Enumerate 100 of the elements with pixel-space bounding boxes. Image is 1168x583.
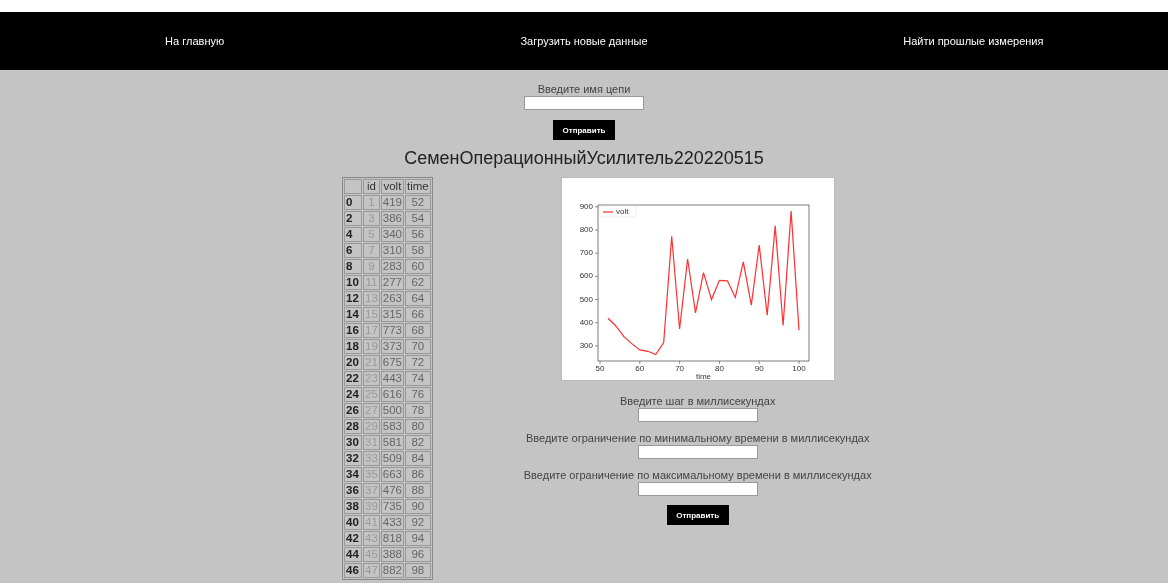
row-index: 26	[344, 403, 362, 418]
table-cell: 882	[380, 563, 404, 578]
table-cell: 443	[380, 371, 404, 386]
nav-link[interactable]: На главную	[165, 35, 225, 47]
submit-button[interactable]: Отправить	[553, 120, 615, 140]
row-index: 44	[344, 547, 362, 562]
row-index: 20	[344, 355, 362, 370]
table-cell: 675	[380, 355, 404, 370]
row-index: 42	[344, 531, 362, 546]
y-tick	[594, 322, 598, 324]
table-cell: 76	[405, 387, 431, 402]
tick-label: 90	[754, 364, 764, 373]
table-cell: 663	[380, 467, 404, 482]
row-index: 12	[344, 291, 362, 306]
row-index: 16	[344, 323, 362, 338]
nav-link[interactable]: Загрузить новые данные	[520, 35, 648, 47]
table-cell: 773	[380, 323, 404, 338]
y-tick	[594, 206, 598, 208]
row-index: 38	[344, 499, 362, 514]
table-cell: 500	[380, 403, 404, 418]
row-index: 14	[344, 307, 362, 322]
table-cell: 818	[380, 531, 404, 546]
tick-label: 50	[595, 364, 605, 373]
input-field[interactable]	[637, 408, 758, 422]
table-cell: 84	[405, 451, 431, 466]
tick-label: 70	[674, 364, 684, 373]
field-label: Введите шаг в миллисекундах	[620, 394, 776, 408]
x-tick	[718, 360, 720, 365]
table-cell: 82	[405, 435, 431, 450]
table-cell: 58	[405, 243, 431, 258]
y-tick	[594, 345, 598, 347]
x-tick	[679, 360, 680, 365]
input-field[interactable]	[524, 96, 644, 110]
table-cell: 340	[380, 227, 404, 242]
row-index: 0	[344, 195, 362, 210]
row-index: 36	[344, 483, 362, 498]
tick-label: 100	[792, 364, 806, 373]
row-index: 2	[344, 211, 362, 226]
x-tick	[758, 360, 760, 365]
submit-button[interactable]: Отправить	[666, 505, 729, 525]
table-cell: 60	[405, 259, 431, 274]
circuit-title: СеменОперационныйУсилитель220220515	[403, 148, 765, 168]
table-cell	[344, 179, 362, 194]
x-tick	[639, 360, 640, 365]
table-cell: 476	[380, 483, 404, 498]
table-cell: 90	[405, 499, 431, 514]
table-cell: 263	[380, 291, 404, 306]
table-cell: 64	[405, 291, 431, 306]
table-cell: 277	[380, 275, 404, 290]
table-cell: 509	[380, 451, 404, 466]
legend-box	[599, 205, 636, 218]
tick-label: 800	[579, 225, 593, 235]
row-index: 34	[344, 467, 362, 482]
row-index: 18	[344, 339, 362, 354]
nav-link[interactable]: Найти прошлые измерения	[903, 35, 1044, 47]
table-cell: 68	[405, 323, 431, 338]
table-cell: 66	[405, 307, 431, 322]
table-cell: 581	[380, 435, 404, 450]
tick-label: 700	[579, 248, 593, 258]
table-cell: 419	[380, 195, 404, 210]
row-index: 6	[344, 243, 362, 258]
table-cell: 283	[380, 259, 404, 274]
column-header: id	[363, 179, 380, 194]
table-cell: 86	[405, 467, 431, 482]
tick-label: 300	[579, 340, 593, 350]
input-field[interactable]	[637, 445, 758, 459]
field-label: Введите имя цепи	[537, 82, 631, 96]
table-cell: 735	[380, 499, 404, 514]
table-cell: 56	[405, 227, 431, 242]
tick-label: 80	[714, 364, 724, 373]
x-tick	[599, 360, 600, 365]
table-cell: 80	[405, 419, 431, 434]
input-field[interactable]	[637, 482, 758, 496]
axis-label: time	[695, 372, 711, 380]
table-cell: 96	[405, 547, 431, 562]
table-cell: 88	[405, 483, 431, 498]
row-index: 28	[344, 419, 362, 434]
table-cell: 583	[380, 419, 404, 434]
y-tick	[594, 229, 598, 231]
table-cell: 74	[405, 371, 431, 386]
row-index: 24	[344, 387, 362, 402]
table-cell: 616	[380, 387, 404, 402]
row-index: 10	[344, 275, 362, 290]
table-cell: 433	[380, 515, 404, 530]
table-cell: 92	[405, 515, 431, 530]
row-index: 32	[344, 451, 362, 466]
table-cell: 72	[405, 355, 431, 370]
table-cell: 386	[380, 211, 404, 226]
column-header: time	[405, 179, 431, 194]
table-cell: 373	[380, 339, 404, 354]
row-index: 46	[344, 563, 362, 578]
table-cell: 70	[405, 339, 431, 354]
tick-label: 400	[579, 317, 593, 327]
row-index: 40	[344, 515, 362, 530]
tick-label: 900	[579, 201, 593, 211]
tick-label: 60	[635, 364, 644, 373]
row-index: 8	[344, 259, 362, 274]
tick-label: 500	[579, 294, 593, 304]
x-tick	[798, 360, 800, 365]
table-cell: 62	[405, 275, 431, 290]
